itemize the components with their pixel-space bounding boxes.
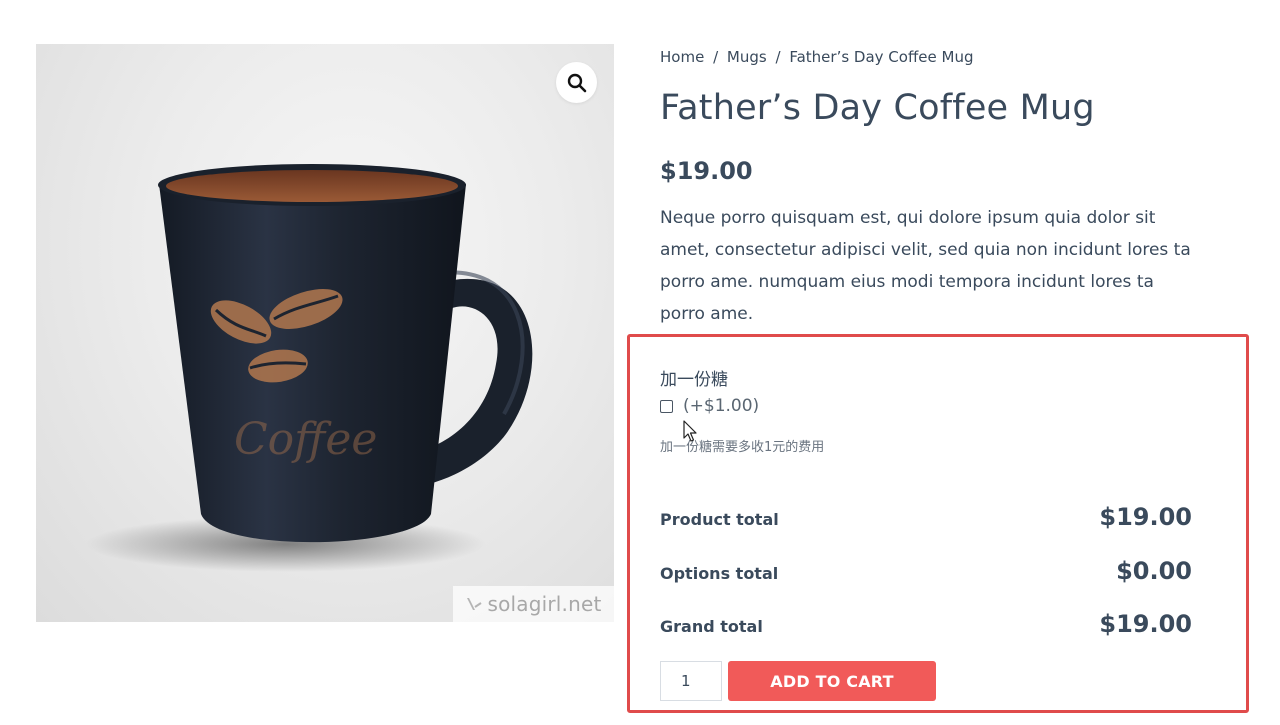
mug-print-text: Coffee — [234, 414, 377, 465]
watermark-text: solagirl.net — [487, 592, 602, 616]
add-to-cart-button[interactable]: ADD TO CART — [728, 661, 936, 701]
quantity-input[interactable] — [660, 661, 722, 701]
grand-total-row: Grand total $19.00 — [660, 610, 1192, 638]
grand-total-label: Grand total — [660, 617, 763, 636]
mouse-cursor-icon — [683, 420, 697, 442]
product-title: Father’s Day Coffee Mug — [660, 88, 1095, 128]
product-total-value: $19.00 — [1099, 503, 1192, 531]
magnifier-icon — [567, 73, 586, 92]
coffee-mug-image: Coffee — [86, 164, 533, 572]
grand-total-value: $19.00 — [1099, 610, 1192, 638]
watermark-logo-icon — [467, 598, 483, 610]
breadcrumb-home[interactable]: Home — [660, 48, 704, 66]
product-total-row: Product total $19.00 — [660, 503, 1192, 531]
add-sugar-checkbox[interactable] — [660, 399, 673, 413]
product-total-label: Product total — [660, 510, 779, 529]
breadcrumb-current: Father’s Day Coffee Mug — [789, 48, 974, 66]
product-image[interactable]: Coffee solagirl.net — [36, 44, 614, 622]
options-total-label: Options total — [660, 564, 779, 583]
watermark: solagirl.net — [453, 586, 614, 622]
breadcrumb-separator: / — [775, 48, 781, 66]
product-price: $19.00 — [660, 157, 753, 185]
breadcrumb-separator: / — [713, 48, 719, 66]
options-total-row: Options total $0.00 — [660, 557, 1192, 585]
add-to-cart-form: ADD TO CART — [660, 661, 936, 701]
options-total-value: $0.00 — [1116, 557, 1192, 585]
breadcrumb: Home / Mugs / Father’s Day Coffee Mug — [660, 48, 1220, 70]
option-row[interactable]: (+$1.00) — [660, 396, 759, 416]
product-summary: Home / Mugs / Father’s Day Coffee Mug Fa… — [660, 44, 1220, 324]
product-description: Neque porro quisquam est, qui dolore ips… — [660, 208, 1191, 324]
option-label: 加一份糖 — [660, 370, 728, 390]
zoom-button[interactable] — [556, 62, 597, 103]
breadcrumb-category[interactable]: Mugs — [727, 48, 767, 66]
option-price: (+$1.00) — [683, 396, 760, 416]
